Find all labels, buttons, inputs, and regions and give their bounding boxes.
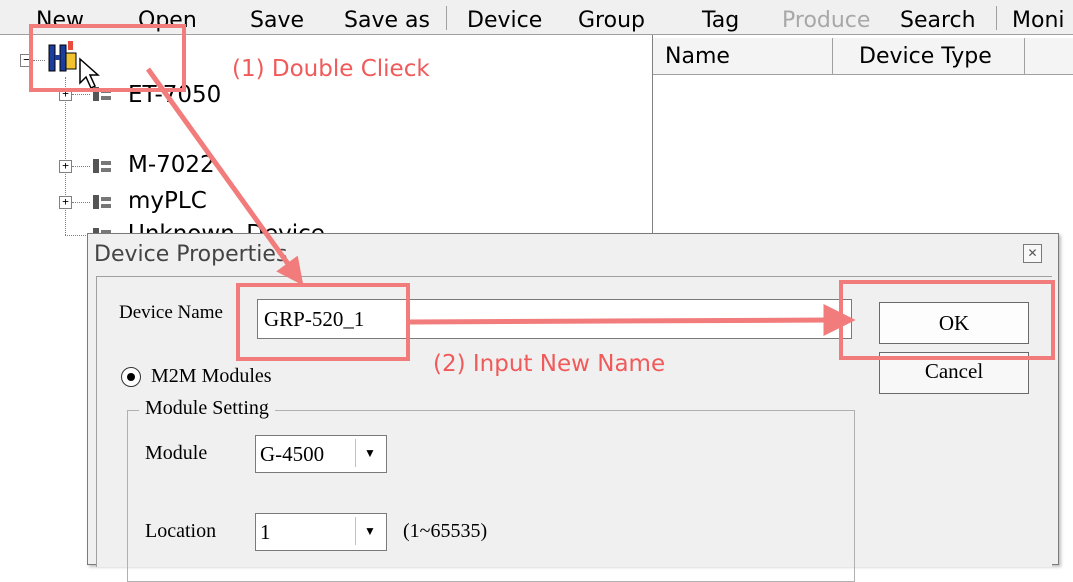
annotation-arrows	[145, 67, 856, 337]
annotation-step1: (1) Double Clieck	[232, 56, 430, 82]
arrow-head-step2	[823, 303, 856, 337]
arrow-head-step1	[276, 255, 304, 286]
arrow-line-step1	[145, 67, 294, 270]
arrow-line-step2	[409, 317, 831, 325]
annotation-step2: (2) Input New Name	[433, 351, 666, 377]
